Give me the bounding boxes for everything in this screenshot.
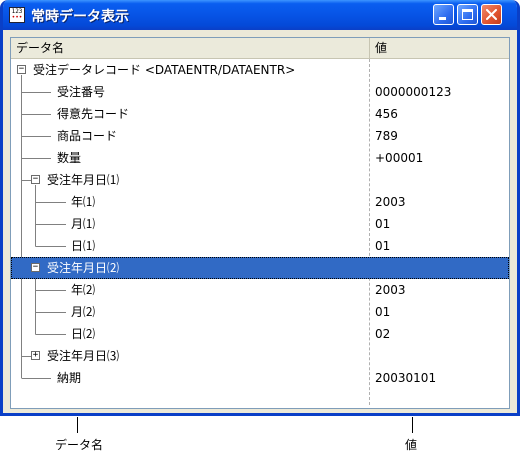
tree-row[interactable]: 日⑴ 01 — [11, 235, 509, 257]
column-header-value[interactable]: 値 — [370, 38, 509, 58]
row-value: 2003 — [375, 283, 406, 297]
column-header-name[interactable]: データ名 — [11, 38, 370, 58]
row-name: 受注年月日⑶ — [47, 349, 120, 363]
title-bar[interactable]: 123 ••• 常時データ表示 — [3, 0, 517, 30]
row-name: 納期 — [57, 371, 82, 385]
row-name: 年⑴ — [71, 195, 96, 209]
maximize-icon — [462, 9, 473, 20]
value-callout-label: 値 — [405, 438, 418, 452]
row-name: 月⑵ — [71, 305, 96, 319]
tree-row[interactable]: 月⑴ 01 — [11, 213, 509, 235]
tree-row[interactable]: 得意先コード 456 — [11, 103, 509, 125]
tree-row[interactable]: − 受注データレコード <DATAENTR/DATAENTR> — [11, 59, 509, 81]
row-value: +00001 — [375, 151, 424, 165]
collapse-icon[interactable]: − — [31, 263, 40, 272]
row-name: 数量 — [57, 151, 82, 165]
maximize-button[interactable] — [457, 4, 478, 25]
tree-row[interactable]: + 受注年月日⑶ — [11, 345, 509, 367]
value-callout-line — [412, 417, 413, 433]
row-value: 456 — [375, 107, 398, 121]
close-button[interactable] — [481, 4, 502, 25]
expand-icon[interactable]: + — [31, 351, 40, 360]
row-name: 商品コード — [57, 129, 118, 143]
collapse-icon[interactable]: − — [31, 175, 40, 184]
name-callout-label: データ名 — [55, 438, 104, 452]
row-name: 得意先コード — [57, 107, 130, 121]
main-window: 123 ••• 常時データ表示 データ名 値 − 受注データレコード <DATAE… — [0, 0, 520, 416]
minimize-icon — [439, 17, 446, 20]
row-name: 受注番号 — [57, 85, 106, 99]
app-icon[interactable]: 123 ••• — [9, 7, 25, 23]
minimize-button[interactable] — [433, 4, 454, 25]
row-value: 2003 — [375, 195, 406, 209]
row-value: 789 — [375, 129, 398, 143]
window-title: 常時データ表示 — [31, 9, 129, 25]
data-list-view[interactable]: データ名 値 − 受注データレコード <DATAENTR/DATAENTR> 受注番… — [10, 37, 510, 409]
tree-row[interactable]: − 受注年月日⑵ — [11, 257, 509, 279]
tree-body: − 受注データレコード <DATAENTR/DATAENTR> 受注番号 000000… — [11, 59, 509, 407]
row-value: 02 — [375, 327, 391, 341]
tree-row[interactable]: 受注番号 0000000123 — [11, 81, 509, 103]
row-value: 20030101 — [375, 371, 437, 385]
row-name: 受注年月日⑴ — [47, 173, 120, 187]
row-name: 月⑴ — [71, 217, 96, 231]
close-icon — [486, 9, 497, 20]
row-value: 01 — [375, 239, 391, 253]
row-name: 日⑵ — [71, 327, 96, 341]
list-header: データ名 値 — [11, 38, 509, 59]
row-value: 0000000123 — [375, 85, 452, 99]
tree-row[interactable]: 年⑵ 2003 — [11, 279, 509, 301]
row-name: 日⑴ — [71, 239, 96, 253]
row-value: 01 — [375, 217, 391, 231]
tree-row[interactable]: 年⑴ 2003 — [11, 191, 509, 213]
tree-row[interactable]: 月⑵ 01 — [11, 301, 509, 323]
tree-row[interactable]: 商品コード 789 — [11, 125, 509, 147]
row-name: 受注年月日⑵ — [47, 261, 120, 275]
collapse-icon[interactable]: − — [17, 65, 26, 74]
name-callout-line — [77, 417, 78, 433]
tree-row[interactable]: 納期 20030101 — [11, 367, 509, 389]
tree-row[interactable]: 数量 +00001 — [11, 147, 509, 169]
row-value: 01 — [375, 305, 391, 319]
row-name: 年⑵ — [71, 283, 96, 297]
tree-row[interactable]: − 受注年月日⑴ — [11, 169, 509, 191]
tree-row[interactable]: 日⑵ 02 — [11, 323, 509, 345]
row-name: 受注データレコード <DATAENTR/DATAENTR> — [33, 63, 296, 77]
